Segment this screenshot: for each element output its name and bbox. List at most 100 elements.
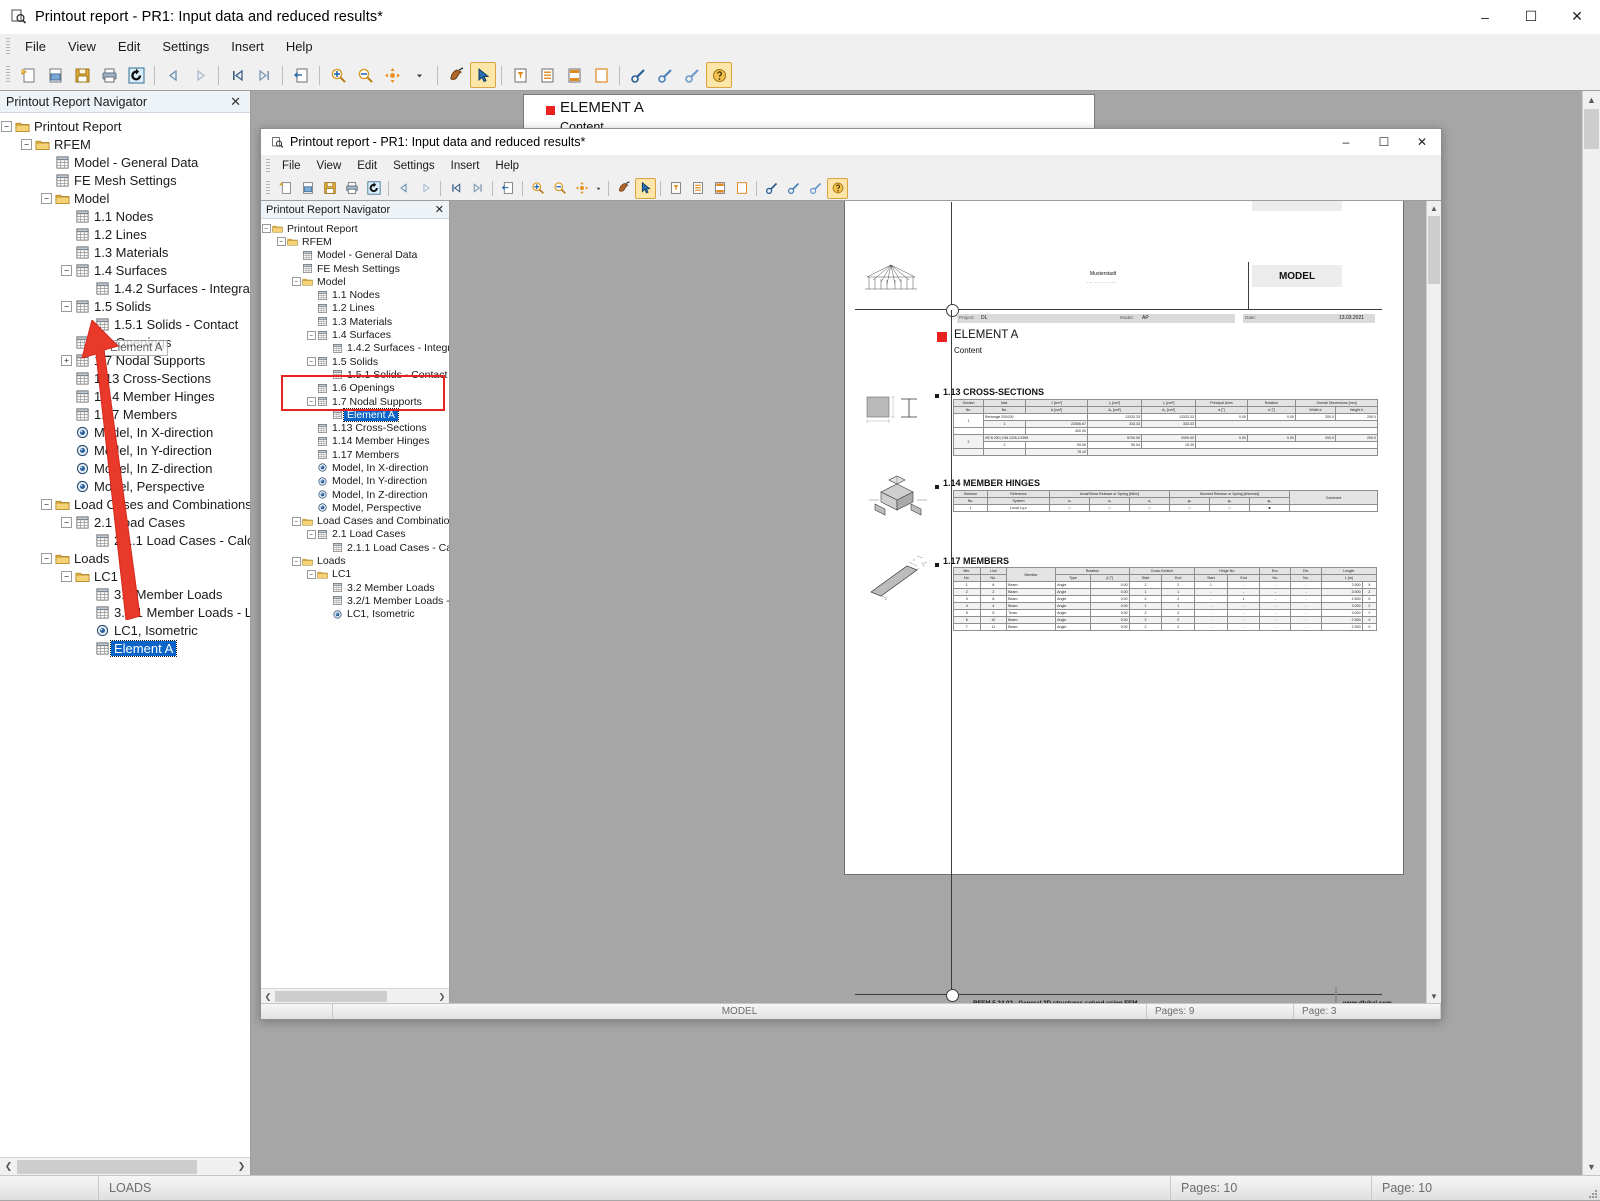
- inner-menu-view[interactable]: View: [309, 158, 350, 174]
- first-page-icon[interactable]: [445, 178, 466, 199]
- next-page-icon[interactable]: [187, 62, 213, 88]
- page-setup-icon[interactable]: [687, 178, 708, 199]
- tree-expander[interactable]: [40, 153, 53, 171]
- pan-hand-icon[interactable]: [613, 178, 634, 199]
- tree-expander-minus[interactable]: −: [277, 237, 286, 246]
- tree-item[interactable]: −Loads: [261, 554, 449, 567]
- tree-expander[interactable]: [80, 639, 93, 657]
- tree-expander[interactable]: −: [291, 515, 301, 528]
- zoom-out-icon[interactable]: [549, 178, 570, 199]
- tree-item[interactable]: Model, In X-direction: [0, 423, 250, 441]
- tree-item[interactable]: −2.1 Load Cases: [0, 513, 250, 531]
- tree-expander[interactable]: −: [60, 513, 73, 531]
- tree-item[interactable]: 1.3 Materials: [0, 243, 250, 261]
- blank-page-icon[interactable]: [731, 178, 752, 199]
- tree-expander-minus[interactable]: −: [1, 121, 12, 132]
- last-page-icon[interactable]: [467, 178, 488, 199]
- scroll-right-icon[interactable]: ❯: [233, 1159, 250, 1175]
- save-icon[interactable]: [319, 178, 340, 199]
- tree-item[interactable]: −Loads: [0, 549, 250, 567]
- tree-item[interactable]: 1.4.2 Surfaces - Integrate: [261, 342, 449, 355]
- tree-expander-minus[interactable]: −: [292, 517, 301, 526]
- tree-expander[interactable]: [321, 408, 331, 421]
- tree-item[interactable]: 1.4.2 Surfaces - Integrate: [0, 279, 250, 297]
- tree-item[interactable]: 1.1 Nodes: [0, 207, 250, 225]
- document-vscrollbar[interactable]: ▲ ▼: [1582, 91, 1600, 1175]
- tree-item[interactable]: Element A: [0, 639, 250, 657]
- tree-item[interactable]: Model, In Y-direction: [0, 441, 250, 459]
- tree-item[interactable]: LC1, Isometric: [0, 621, 250, 639]
- resize-grip[interactable]: [1582, 1175, 1600, 1201]
- tree-expander-minus[interactable]: −: [307, 357, 316, 366]
- tree-expander[interactable]: −: [306, 355, 316, 368]
- tree-item[interactable]: 3.2 Member Loads: [261, 581, 449, 594]
- header-footer-icon[interactable]: [561, 62, 587, 88]
- tree-item[interactable]: −LC1: [261, 568, 449, 581]
- new-report-icon[interactable]: [275, 178, 296, 199]
- tree-expander[interactable]: [60, 441, 73, 459]
- tree-item[interactable]: Element A: [261, 408, 449, 421]
- scroll-left-icon[interactable]: ❮: [0, 1159, 17, 1175]
- tree-expander[interactable]: [60, 369, 73, 387]
- minimize-button[interactable]: –: [1462, 0, 1508, 33]
- inner-minimize-button[interactable]: –: [1327, 129, 1365, 155]
- inner-maximize-button[interactable]: ☐: [1365, 129, 1403, 155]
- menu-file[interactable]: File: [14, 36, 57, 57]
- tree-item[interactable]: 1.13 Cross-Sections: [0, 369, 250, 387]
- tree-item[interactable]: −Printout Report: [0, 117, 250, 135]
- tree-item[interactable]: −Printout Report: [261, 222, 449, 235]
- tree-expander[interactable]: [306, 435, 316, 448]
- tree-expander[interactable]: −: [306, 328, 316, 341]
- print-icon[interactable]: [96, 62, 122, 88]
- inner-menu-file[interactable]: File: [274, 158, 309, 174]
- last-page-icon[interactable]: [251, 62, 277, 88]
- close-icon[interactable]: ✕: [227, 94, 244, 110]
- close-button[interactable]: ✕: [1554, 0, 1600, 33]
- tree-expander[interactable]: −: [306, 528, 316, 541]
- tree-expander[interactable]: [80, 603, 93, 621]
- tree-expander[interactable]: [60, 243, 73, 261]
- tree-expander-minus[interactable]: −: [41, 193, 52, 204]
- filter-icon[interactable]: [665, 178, 686, 199]
- tree-item[interactable]: 1.1 Nodes: [261, 288, 449, 301]
- settings-wrench-3-icon[interactable]: [679, 62, 705, 88]
- settings-wrench-3-icon[interactable]: [805, 178, 826, 199]
- tree-item[interactable]: Model, In Y-direction: [261, 475, 449, 488]
- tree-expander[interactable]: −: [20, 135, 33, 153]
- tree-expander[interactable]: [321, 368, 331, 381]
- tree-expander-minus[interactable]: −: [292, 557, 301, 566]
- tree-expander[interactable]: [60, 225, 73, 243]
- tree-expander[interactable]: −: [306, 568, 316, 581]
- tree-item[interactable]: LC1, Isometric: [261, 608, 449, 621]
- tree-item[interactable]: 1.5.1 Solids - Contact: [261, 368, 449, 381]
- menu-settings[interactable]: Settings: [151, 36, 220, 57]
- tree-expander[interactable]: [306, 382, 316, 395]
- tree-item[interactable]: 1.17 Members: [0, 405, 250, 423]
- tree-item[interactable]: Model, In Z-direction: [261, 488, 449, 501]
- tree-item[interactable]: 1.14 Member Hinges: [0, 387, 250, 405]
- tree-expander[interactable]: [321, 594, 331, 607]
- scroll-up-icon[interactable]: ▲: [1427, 201, 1441, 215]
- tree-expander[interactable]: −: [276, 235, 286, 248]
- page-setup-icon[interactable]: [534, 62, 560, 88]
- tree-item[interactable]: Model, Perspective: [261, 501, 449, 514]
- tree-expander[interactable]: [306, 461, 316, 474]
- tree-item[interactable]: −Model: [0, 189, 250, 207]
- tree-expander[interactable]: [306, 302, 316, 315]
- tree-item[interactable]: Model - General Data: [261, 249, 449, 262]
- print-icon[interactable]: [341, 178, 362, 199]
- scroll-down-icon[interactable]: ▼: [1583, 1158, 1600, 1175]
- export-icon[interactable]: [288, 62, 314, 88]
- tree-expander-minus[interactable]: −: [262, 224, 271, 233]
- tree-item[interactable]: 1.5.1 Solids - Contact: [0, 315, 250, 333]
- navigator-tree[interactable]: −Printout Report−RFEMModel - General Dat…: [0, 113, 250, 1157]
- tree-expander[interactable]: [80, 315, 93, 333]
- zoom-dropdown-icon[interactable]: [593, 178, 604, 199]
- select-pointer-icon[interactable]: [635, 178, 656, 199]
- tree-expander[interactable]: [80, 585, 93, 603]
- tree-expander[interactable]: −: [60, 297, 73, 315]
- scroll-down-icon[interactable]: ▼: [1427, 989, 1441, 1003]
- tree-expander[interactable]: −: [0, 117, 13, 135]
- new-report-icon[interactable]: [15, 62, 41, 88]
- tree-expander[interactable]: [60, 405, 73, 423]
